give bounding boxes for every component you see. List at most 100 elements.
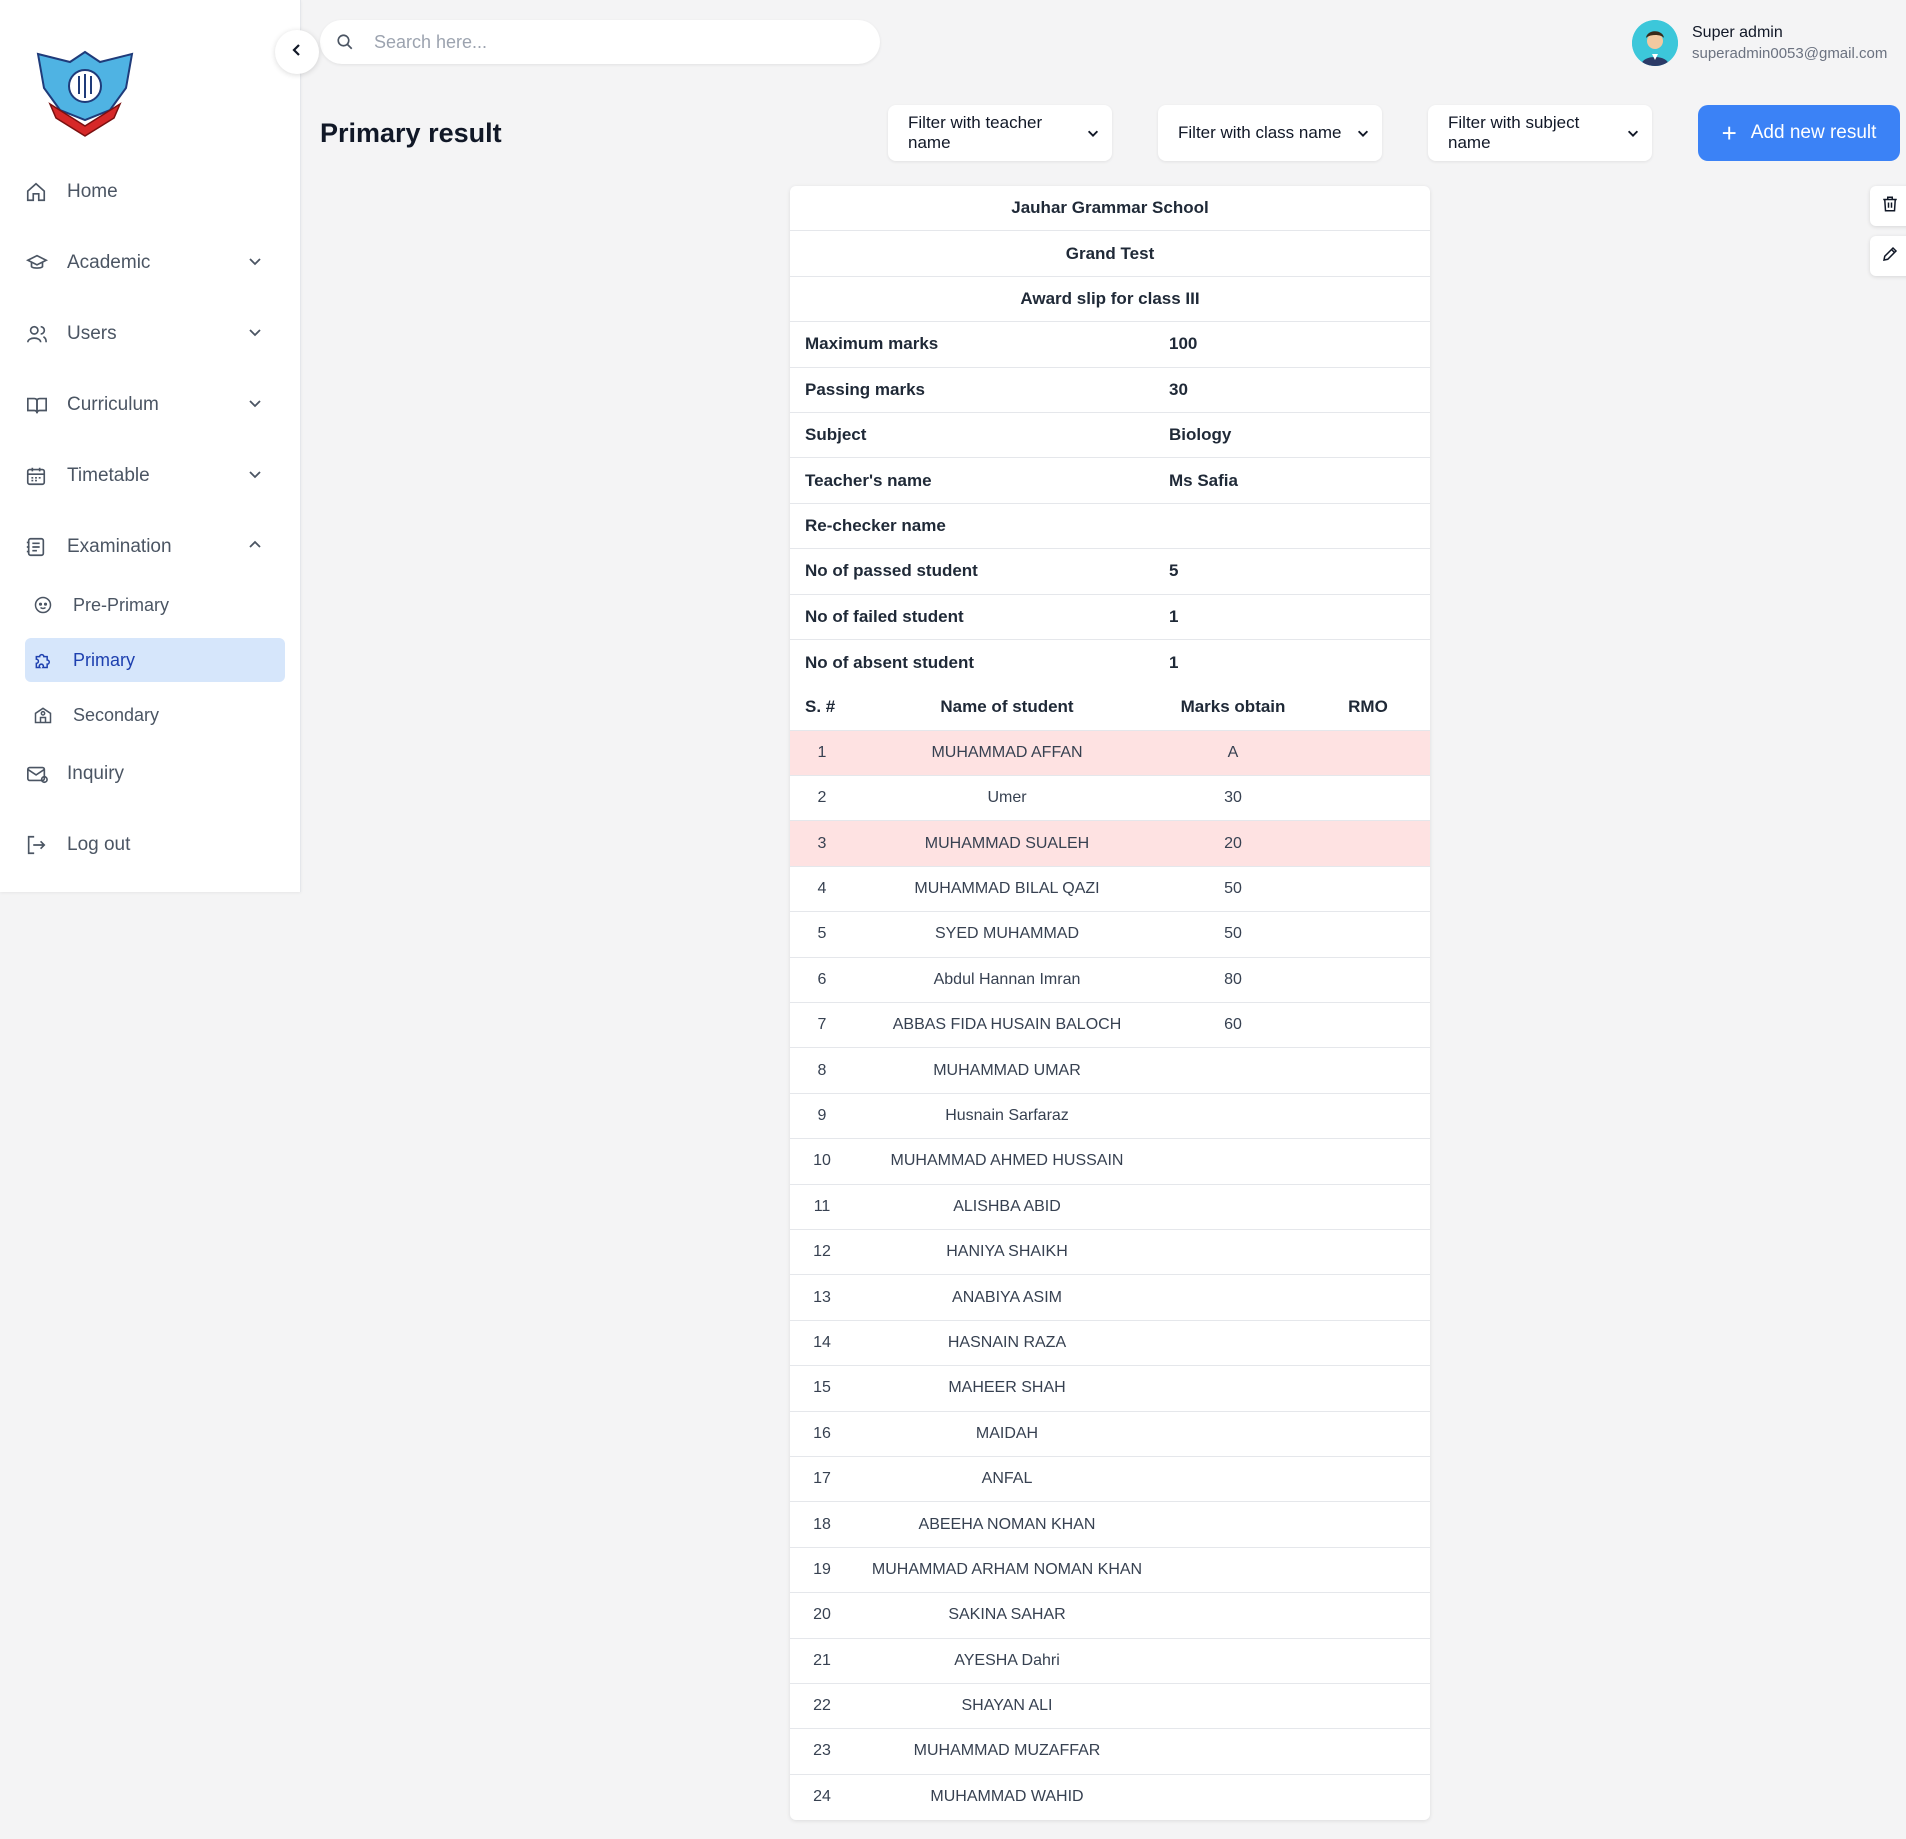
school-name: Jauhar Grammar School	[790, 186, 1430, 232]
cell-sno: 3	[817, 834, 827, 852]
cell-student-name: MUHAMMAD SUALEH	[924, 834, 1090, 852]
table-row: 4 MUHAMMAD BILAL QAZI 50	[790, 867, 1430, 913]
add-new-result-button[interactable]: + Add new result	[1698, 105, 1900, 161]
cell-student-name: ANABIYA ASIM	[952, 1288, 1062, 1306]
cell-student-name: MUHAMMAD ARHAM NOMAN KHAN	[871, 1560, 1143, 1578]
sidebar-item-label: Examination	[67, 536, 172, 557]
info-label: No of absent student	[805, 652, 975, 672]
cell-student-name: ANFAL	[981, 1470, 1033, 1488]
cell-student-name: MUHAMMAD WAHID	[930, 1788, 1084, 1806]
sidebar-item-users[interactable]: Users	[25, 312, 275, 356]
sidebar-item-timetable[interactable]: Timetable	[25, 454, 275, 498]
table-row: 2 Umer 30	[790, 776, 1430, 822]
info-row: Subject Biology	[790, 413, 1430, 459]
graduation-cap-icon	[25, 251, 55, 275]
class-filter-select[interactable]: Filter with class name	[1158, 105, 1382, 161]
chevron-down-icon	[247, 253, 263, 274]
table-row: 6 Abdul Hannan Imran 80	[790, 958, 1430, 1004]
table-row: 10 MUHAMMAD AHMED HUSSAIN	[790, 1139, 1430, 1185]
search-icon	[336, 33, 354, 51]
sidebar-item-home[interactable]: Home	[25, 170, 275, 214]
teacher-filter-select[interactable]: Filter with teacher name	[888, 105, 1112, 161]
table-row: 17 ANFAL	[790, 1457, 1430, 1503]
cell-sno: 5	[817, 925, 827, 943]
cell-student-name: ABEEHA NOMAN KHAN	[918, 1515, 1096, 1533]
cell-student-name: Abdul Hannan Imran	[933, 970, 1081, 988]
sidebar-subitem-secondary[interactable]: Secondary	[25, 693, 285, 737]
cell-student-name: MUHAMMAD UMAR	[933, 1061, 1081, 1079]
sidebar: Home Academic Users Curriculum Timetable…	[0, 0, 301, 892]
user-name: Super admin	[1692, 24, 1783, 41]
delete-result-button[interactable]	[1870, 186, 1906, 226]
cell-student-name: Umer	[987, 789, 1027, 807]
cell-student-name: ALISHBA ABID	[953, 1197, 1061, 1215]
cell-student-name: MUHAMMAD MUZAFFAR	[913, 1742, 1101, 1760]
cell-sno: 11	[813, 1197, 831, 1215]
cell-student-name: SHAYAN ALI	[961, 1697, 1053, 1715]
result-card: Jauhar Grammar School Grand Test Award s…	[790, 186, 1430, 1821]
info-value: Biology	[1169, 425, 1232, 445]
cell-sno: 24	[813, 1788, 831, 1806]
cell-sno: 1	[817, 743, 827, 761]
cell-sno: 14	[813, 1333, 831, 1351]
cell-sno: 2	[817, 789, 827, 807]
table-row: 22 SHAYAN ALI	[790, 1684, 1430, 1730]
notebook-icon	[25, 535, 55, 559]
cell-student-name: Husnain Sarfaraz	[945, 1107, 1069, 1124]
table-header-row: S. # Name of student Marks obtain RMO	[790, 685, 1430, 731]
cell-sno: 10	[813, 1152, 831, 1170]
header-rmo: RMO	[1348, 697, 1388, 717]
cell-student-name: MUHAMMAD AHMED HUSSAIN	[890, 1152, 1124, 1170]
chevron-down-icon	[1626, 126, 1640, 140]
test-name: Grand Test	[790, 231, 1430, 277]
search-bar	[320, 20, 880, 64]
sidebar-item-label: Academic	[67, 252, 151, 273]
cell-sno: 7	[817, 1016, 827, 1034]
cell-sno: 23	[813, 1742, 831, 1760]
table-row: 8 MUHAMMAD UMAR	[790, 1048, 1430, 1094]
table-row: 23 MUHAMMAD MUZAFFAR	[790, 1729, 1430, 1775]
cell-sno: 20	[813, 1606, 831, 1624]
subject-filter-value: Filter with subject name	[1448, 113, 1580, 152]
award-slip-title: Award slip for class III	[790, 277, 1430, 323]
cell-student-name: HASNAIN RAZA	[947, 1333, 1067, 1351]
search-input[interactable]	[372, 30, 836, 54]
edit-result-button[interactable]	[1870, 236, 1906, 276]
sidebar-item-label: Timetable	[67, 465, 150, 486]
sidebar-item-inquiry[interactable]: Inquiry	[25, 752, 275, 796]
sidebar-subitem-pre-primary[interactable]: Pre-Primary	[25, 583, 285, 627]
sidebar-item-curriculum[interactable]: Curriculum	[25, 383, 275, 427]
chevron-down-icon	[247, 324, 263, 345]
cell-marks: 50	[1224, 925, 1242, 943]
sidebar-item-examination[interactable]: Examination	[25, 525, 275, 569]
cell-marks: 30	[1224, 789, 1242, 807]
info-row: Teacher's name Ms Safia	[790, 458, 1430, 504]
sidebar-item-label: Inquiry	[67, 763, 125, 784]
sidebar-item-label: Users	[67, 323, 117, 344]
sidebar-item-academic[interactable]: Academic	[25, 241, 275, 285]
table-row: 16 MAIDAH	[790, 1412, 1430, 1457]
chevron-down-icon	[247, 466, 263, 487]
info-label: Maximum marks	[805, 334, 939, 354]
home-icon	[25, 180, 55, 204]
sidebar-collapse-button[interactable]	[275, 30, 319, 74]
cell-marks: 80	[1224, 970, 1242, 988]
chevron-left-icon	[289, 42, 305, 63]
chevron-down-icon	[1356, 126, 1370, 140]
sidebar-subitem-primary[interactable]: Primary	[25, 638, 285, 682]
cell-student-name: MAIDAH	[975, 1424, 1039, 1442]
chevron-up-icon	[247, 537, 263, 558]
table-row: 20 SAKINA SAHAR	[790, 1593, 1430, 1639]
user-profile[interactable]: Super admin superadmin0053@gmail.com	[1632, 18, 1906, 68]
cell-student-name: HANIYA SHAIKH	[946, 1243, 1068, 1261]
info-label: No of passed student	[805, 561, 978, 581]
table-row: 3 MUHAMMAD SUALEH 20	[790, 821, 1430, 867]
logout-icon	[25, 833, 55, 857]
cell-student-name: ABBAS FIDA HUSAIN BALOCH	[892, 1016, 1122, 1034]
user-email: superadmin0053@gmail.com	[1692, 45, 1888, 62]
sidebar-item-logout[interactable]: Log out	[25, 823, 275, 867]
info-value: 1	[1169, 606, 1179, 626]
table-row: 7 ABBAS FIDA HUSAIN BALOCH 60	[790, 1003, 1430, 1049]
cell-marks: 20	[1224, 834, 1242, 852]
subject-filter-select[interactable]: Filter with subject name	[1428, 105, 1652, 161]
